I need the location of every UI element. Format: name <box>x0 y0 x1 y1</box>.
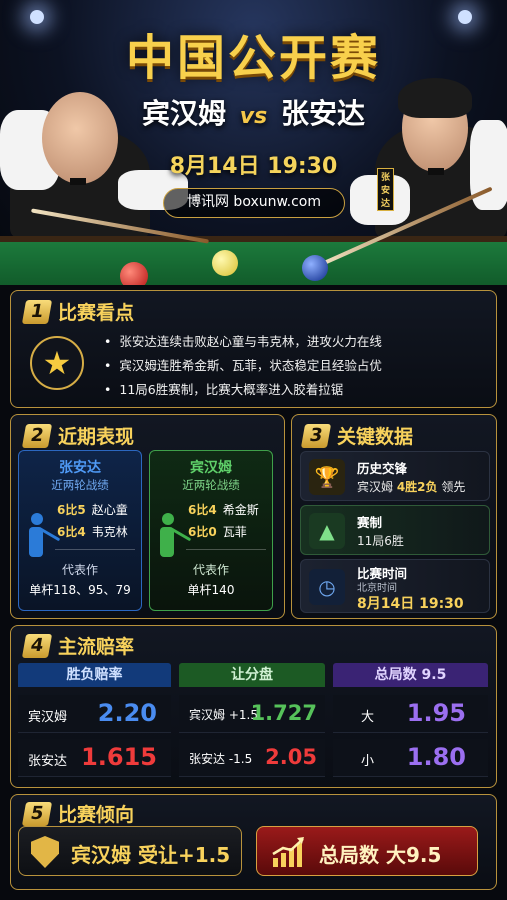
odds-value: 2.20 <box>97 699 157 727</box>
form-card-bingham: 宾汉姆 近两轮战绩 6比4 希金斯 6比0 瓦菲 代表作 单杆140 <box>149 450 273 611</box>
section-title: 主流赔率 <box>58 636 135 658</box>
match-date: 8月14日 19:30 <box>169 154 338 179</box>
odds-value: 1.615 <box>81 743 157 771</box>
odds-label: 大 <box>361 710 375 725</box>
odds-value: 1.95 <box>406 699 466 727</box>
odds-label: 小 <box>361 754 375 769</box>
vs-text: vs <box>239 104 268 129</box>
key-data-format: ▲ 赛制 11局6胜 <box>300 505 490 555</box>
odds-cell[interactable]: 宾汉姆 2.20 <box>18 695 171 733</box>
divider <box>186 549 266 550</box>
odds-cell[interactable]: 张安达 1.615 <box>18 739 171 777</box>
snooker-table <box>0 236 507 285</box>
section-header: 4 主流赔率 <box>21 632 135 659</box>
odds-column-total: 总局数 9.5 <box>333 663 488 687</box>
key-data-title: 历史交锋 <box>357 461 408 476</box>
player-name: 宾汉姆 <box>190 460 232 476</box>
section-header: 2 近期表现 <box>21 422 135 449</box>
key-data-value: 宾汉姆 4胜2负 领先 <box>357 480 466 494</box>
odds-value: 1.80 <box>406 743 466 771</box>
key-data-time: ◷ 比赛时间 北京时间 8月14日 19:30 <box>300 559 490 613</box>
odds-cell[interactable]: 小 1.80 <box>333 739 488 777</box>
section-header: 5 比赛倾向 <box>21 800 135 827</box>
pick-label: 总局数 大9.5 <box>319 843 442 867</box>
odds-cell[interactable]: 张安达 -1.5 2.05 <box>179 739 325 777</box>
list-item: 张安达连续击败赵心童与韦克林，进攻火力在线 <box>104 330 382 354</box>
odds-label: 张安达 -1.5 <box>189 752 253 766</box>
pick-label: 宾汉姆 受让+1.5 <box>71 843 231 867</box>
rep-label: 代表作 <box>192 563 229 577</box>
odds-label: 宾汉姆 +1.5 <box>189 708 258 722</box>
site-link[interactable]: 博讯网 boxunw.com <box>163 188 345 218</box>
matchup: 宾汉姆 vs 张安达 <box>0 92 507 132</box>
divider <box>55 549 135 550</box>
key-data-head-to-head: 🏆 历史交锋 宾汉姆 4胜2负 领先 <box>300 451 490 501</box>
list-item: 11局6胜赛制，比赛大概率进入胶着拉锯 <box>104 378 382 402</box>
event-title: 中国公开赛 <box>125 30 381 86</box>
trend-up-icon <box>271 836 307 868</box>
rep-value: 单杆140 <box>187 583 235 597</box>
list-item: 宾汉姆连胜希金斯、瓦菲，状态稳定且经验占优 <box>104 354 382 378</box>
section-title: 比赛倾向 <box>58 804 135 826</box>
player-left-name: 宾汉姆 <box>142 97 227 130</box>
result-row: 6比4 希金斯 <box>188 503 259 517</box>
odds-column-handicap: 让分盘 <box>179 663 325 687</box>
red-ball <box>120 262 148 285</box>
odds-value: 2.05 <box>265 745 317 769</box>
section-number: 2 <box>21 423 53 448</box>
result-row: 6比5 赵心童 <box>57 503 128 517</box>
odds-label: 张安达 <box>28 754 68 769</box>
key-data-sub: 北京时间 <box>357 583 397 594</box>
form-card-zhang: 张安达 近两轮战绩 6比5 赵心童 6比4 韦克林 代表作 单杆118、95、79 <box>18 450 142 611</box>
player-right-name: 张安达 <box>280 97 365 130</box>
blue-ball <box>302 255 328 281</box>
section-header: 3 关键数据 <box>300 422 414 449</box>
key-data-value: 8月14日 19:30 <box>357 596 464 612</box>
odds-value: 1.727 <box>250 701 317 725</box>
yellow-ball <box>212 250 238 276</box>
section-number: 5 <box>21 801 53 826</box>
odds-label: 宾汉姆 <box>28 710 68 725</box>
trophy-icon: 🏆 <box>309 459 345 495</box>
billiard-rack-icon: ▲ <box>309 513 345 549</box>
pick-handicap[interactable]: 宾汉姆 受让+1.5 <box>18 826 242 876</box>
section-title: 近期表现 <box>58 426 135 448</box>
highlight-list: 张安达连续击败赵心童与韦克林，进攻火力在线 宾汉姆连胜希金斯、瓦菲，状态稳定且经… <box>104 330 382 402</box>
result-row: 6比4 韦克林 <box>57 525 128 539</box>
odds-cell[interactable]: 宾汉姆 +1.5 1.727 <box>179 695 325 733</box>
result-row: 6比0 瓦菲 <box>188 525 247 539</box>
section-number: 4 <box>21 633 53 658</box>
section-number: 3 <box>300 423 332 448</box>
card-subtitle: 近两轮战绩 <box>182 478 240 492</box>
rep-label: 代表作 <box>61 563 98 577</box>
odds-cell[interactable]: 大 1.95 <box>333 695 488 733</box>
odds-column-moneyline: 胜负赔率 <box>18 663 171 687</box>
clock-icon: ◷ <box>309 569 345 605</box>
pick-total[interactable]: 总局数 大9.5 <box>256 826 478 876</box>
card-subtitle: 近两轮战绩 <box>51 478 109 492</box>
shield-icon <box>31 836 59 868</box>
section-header: 1 比赛看点 <box>21 298 135 325</box>
key-data-title: 赛制 <box>357 515 383 530</box>
section-title: 关键数据 <box>337 426 414 448</box>
section-number: 1 <box>21 299 53 324</box>
key-data-value: 11局6胜 <box>357 534 404 548</box>
player-name: 张安达 <box>59 460 101 476</box>
hero-banner: 张安达 中国公开赛 宾汉姆 vs 张安达 8月14日 19:30 博讯网 box… <box>0 0 507 285</box>
star-icon: ★ <box>30 336 84 390</box>
rep-value: 单杆118、95、79 <box>29 583 131 597</box>
section-title: 比赛看点 <box>58 302 135 324</box>
